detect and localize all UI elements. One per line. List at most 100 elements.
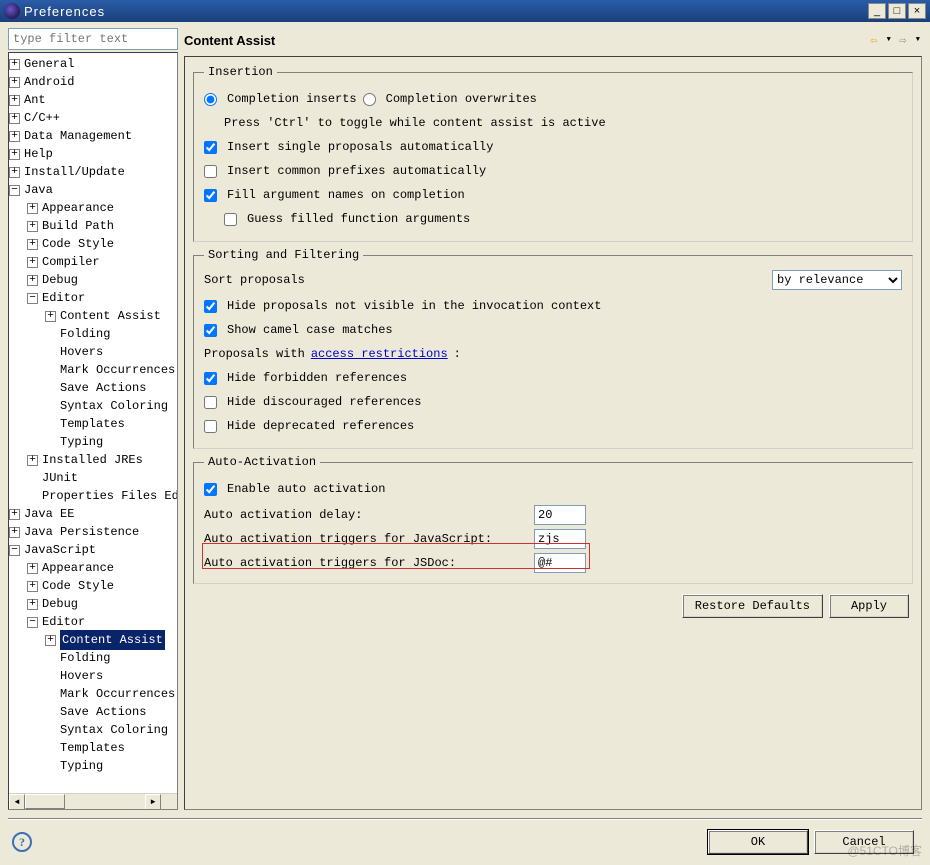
auto-delay-input[interactable] bbox=[534, 505, 586, 525]
tree-item-js-codestyle[interactable]: +Code Style bbox=[27, 577, 177, 595]
tree-item-js-editor-markocc[interactable]: Mark Occurrences bbox=[45, 685, 177, 703]
hide-discouraged-label: Hide discouraged references bbox=[227, 395, 421, 409]
guess-args-label: Guess filled function arguments bbox=[247, 212, 470, 226]
tree-item-js-editor-hovers[interactable]: Hovers bbox=[45, 667, 177, 685]
filter-input[interactable] bbox=[8, 28, 178, 50]
insert-common-label: Insert common prefixes automatically bbox=[227, 164, 486, 178]
insertion-legend: Insertion bbox=[204, 65, 277, 79]
apply-button[interactable]: Apply bbox=[829, 594, 909, 618]
restore-defaults-button[interactable]: Restore Defaults bbox=[682, 594, 823, 618]
hide-forbidden-label: Hide forbidden references bbox=[227, 371, 407, 385]
press-ctrl-label: Press 'Ctrl' to toggle while content ass… bbox=[224, 116, 606, 130]
maximize-button[interactable]: □ bbox=[888, 3, 906, 19]
insert-single-label: Insert single proposals automatically bbox=[227, 140, 493, 154]
tree-item-java-editor-markocc[interactable]: Mark Occurrences bbox=[45, 361, 177, 379]
tree-item-java-propfiles[interactable]: Properties Files Editor bbox=[27, 487, 177, 505]
tree-item-js-editor-contentassist[interactable]: +Content Assist bbox=[45, 631, 177, 649]
sorting-group: Sorting and Filtering Sort proposals by … bbox=[193, 248, 913, 449]
triggers-jsdoc-input[interactable] bbox=[534, 553, 586, 573]
tree-item-java-junit[interactable]: JUnit bbox=[27, 469, 177, 487]
camel-case-checkbox[interactable] bbox=[204, 324, 217, 337]
completion-overwrites-radio[interactable] bbox=[363, 93, 376, 106]
auto-activation-group: Auto-Activation Enable auto activation A… bbox=[193, 455, 913, 584]
close-button[interactable]: × bbox=[908, 3, 926, 19]
hide-forbidden-checkbox[interactable] bbox=[204, 372, 217, 385]
window-title: Preferences bbox=[24, 4, 866, 19]
tree-item-js-editor-saveactions[interactable]: Save Actions bbox=[45, 703, 177, 721]
completion-overwrites-label: Completion overwrites bbox=[386, 92, 537, 106]
auto-delay-label: Auto activation delay: bbox=[204, 508, 534, 522]
minimize-button[interactable]: _ bbox=[868, 3, 886, 19]
preferences-tree[interactable]: +General +Android +Ant +C/C++ +Data Mana… bbox=[8, 52, 178, 810]
access-restrictions-link[interactable]: access restrictions bbox=[311, 347, 448, 361]
sort-proposals-select[interactable]: by relevance bbox=[772, 270, 902, 290]
tree-item-js-editor-templates[interactable]: Templates bbox=[45, 739, 177, 757]
tree-item-installupdate[interactable]: +Install/Update bbox=[9, 163, 177, 181]
auto-activation-legend: Auto-Activation bbox=[204, 455, 320, 469]
insert-single-checkbox[interactable] bbox=[204, 141, 217, 154]
tree-item-java-editor-contentassist[interactable]: +Content Assist bbox=[45, 307, 177, 325]
tree-item-java[interactable]: −Java bbox=[9, 181, 177, 199]
tree-item-java-buildpath[interactable]: +Build Path bbox=[27, 217, 177, 235]
tree-item-java-editor[interactable]: −Editor bbox=[27, 289, 177, 307]
fill-args-label: Fill argument names on completion bbox=[227, 188, 465, 202]
tree-item-javapersistence[interactable]: +Java Persistence bbox=[9, 523, 177, 541]
insert-common-checkbox[interactable] bbox=[204, 165, 217, 178]
triggers-jsdoc-label: Auto activation triggers for JSDoc: bbox=[204, 556, 534, 570]
tree-item-javascript[interactable]: −JavaScript bbox=[9, 541, 177, 559]
tree-item-android[interactable]: +Android bbox=[9, 73, 177, 91]
triggers-js-input[interactable] bbox=[534, 529, 586, 549]
hide-deprecated-label: Hide deprecated references bbox=[227, 419, 414, 433]
tree-item-java-editor-syntaxcol[interactable]: Syntax Coloring bbox=[45, 397, 177, 415]
eclipse-icon bbox=[4, 3, 20, 19]
nav-back-dropdown-icon[interactable]: ▼ bbox=[887, 36, 891, 44]
tree-scrollbar-horizontal[interactable]: ◄ ► bbox=[9, 793, 177, 809]
tree-item-java-appearance[interactable]: +Appearance bbox=[27, 199, 177, 217]
scroll-left-icon[interactable]: ◄ bbox=[9, 794, 25, 810]
hide-invisible-label: Hide proposals not visible in the invoca… bbox=[227, 299, 601, 313]
tree-item-ant[interactable]: +Ant bbox=[9, 91, 177, 109]
enable-auto-checkbox[interactable] bbox=[204, 483, 217, 496]
help-icon[interactable]: ? bbox=[12, 832, 32, 852]
tree-item-general[interactable]: +General bbox=[9, 55, 177, 73]
completion-inserts-radio[interactable] bbox=[204, 93, 217, 106]
nav-forward-dropdown-icon[interactable]: ▼ bbox=[916, 36, 920, 44]
watermark: @51CTO博客 bbox=[847, 842, 922, 859]
tree-item-datamgmt[interactable]: +Data Management bbox=[9, 127, 177, 145]
tree-item-java-compiler[interactable]: +Compiler bbox=[27, 253, 177, 271]
tree-item-js-editor-syntaxcol[interactable]: Syntax Coloring bbox=[45, 721, 177, 739]
hide-discouraged-checkbox[interactable] bbox=[204, 396, 217, 409]
tree-item-js-editor-typing[interactable]: Typing bbox=[45, 757, 177, 775]
tree-item-javaee[interactable]: +Java EE bbox=[9, 505, 177, 523]
nav-forward-icon[interactable]: ⇨ bbox=[895, 32, 911, 48]
tree-item-java-editor-typing[interactable]: Typing bbox=[45, 433, 177, 451]
tree-item-java-editor-saveactions[interactable]: Save Actions bbox=[45, 379, 177, 397]
tree-item-ccpp[interactable]: +C/C++ bbox=[9, 109, 177, 127]
tree-item-js-debug[interactable]: +Debug bbox=[27, 595, 177, 613]
page-title: Content Assist bbox=[184, 33, 866, 48]
nav-back-icon[interactable]: ⇦ bbox=[866, 32, 882, 48]
tree-item-js-editor[interactable]: −Editor bbox=[27, 613, 177, 631]
tree-item-js-editor-folding[interactable]: Folding bbox=[45, 649, 177, 667]
proposals-with-text: Proposals with bbox=[204, 347, 305, 361]
tree-item-java-debug[interactable]: +Debug bbox=[27, 271, 177, 289]
guess-args-checkbox[interactable] bbox=[224, 213, 237, 226]
hide-invisible-checkbox[interactable] bbox=[204, 300, 217, 313]
tree-item-js-appearance[interactable]: +Appearance bbox=[27, 559, 177, 577]
fill-args-checkbox[interactable] bbox=[204, 189, 217, 202]
tree-item-java-editor-folding[interactable]: Folding bbox=[45, 325, 177, 343]
insertion-group: Insertion Completion inserts Completion … bbox=[193, 65, 913, 242]
tree-item-java-installedjres[interactable]: +Installed JREs bbox=[27, 451, 177, 469]
enable-auto-label: Enable auto activation bbox=[227, 482, 385, 496]
sorting-legend: Sorting and Filtering bbox=[204, 248, 363, 262]
scroll-thumb-h[interactable] bbox=[25, 794, 65, 809]
tree-item-java-editor-templates[interactable]: Templates bbox=[45, 415, 177, 433]
triggers-js-label: Auto activation triggers for JavaScript: bbox=[204, 532, 534, 546]
hide-deprecated-checkbox[interactable] bbox=[204, 420, 217, 433]
ok-button[interactable]: OK bbox=[708, 830, 808, 854]
tree-item-help[interactable]: +Help bbox=[9, 145, 177, 163]
tree-item-java-codestyle[interactable]: +Code Style bbox=[27, 235, 177, 253]
sort-proposals-label: Sort proposals bbox=[204, 273, 772, 287]
scroll-right-icon[interactable]: ► bbox=[145, 794, 161, 810]
tree-item-java-editor-hovers[interactable]: Hovers bbox=[45, 343, 177, 361]
